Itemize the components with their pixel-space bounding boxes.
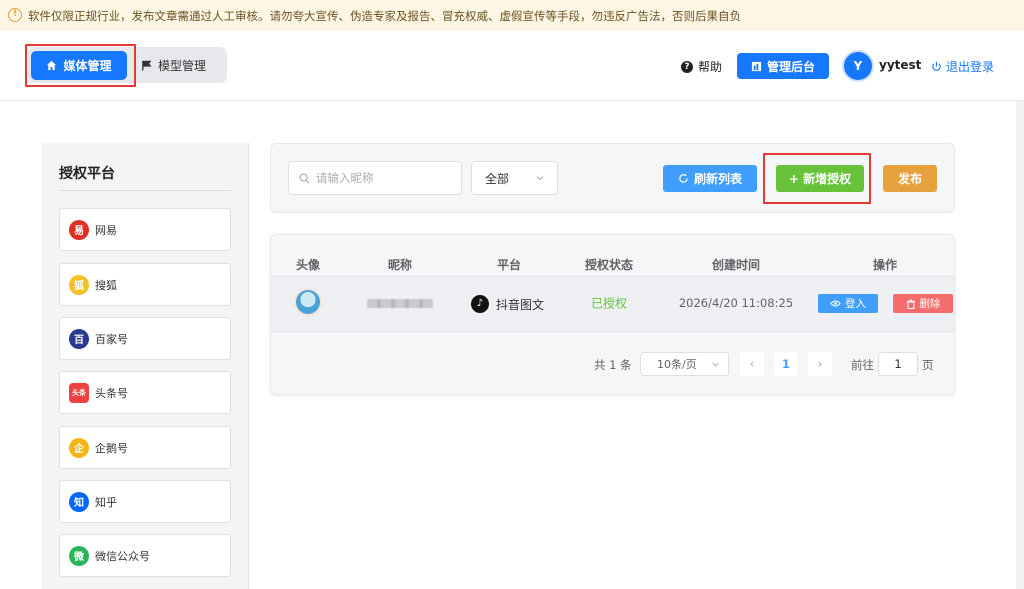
sidebar-item-toutiao[interactable]: 头条 头条号 <box>59 371 231 414</box>
flag-icon <box>142 60 152 71</box>
prev-page-button[interactable]: ‹ <box>740 352 764 376</box>
sidebar-item-zhihu[interactable]: 知知乎 <box>59 480 231 523</box>
goto-label: 前往 <box>851 358 874 372</box>
media-tab-highlight <box>25 44 136 87</box>
user-avatar[interactable]: Y <box>844 52 872 80</box>
page-unit-label: 页 <box>922 358 934 372</box>
sidebar-item-sohu[interactable]: 狐搜狐 <box>59 263 231 306</box>
page-size-select[interactable]: 10条/页 <box>640 352 729 376</box>
sidebar-item-label: 头条号 <box>95 386 128 400</box>
page-size-value: 10条/页 <box>657 358 697 371</box>
column-header-avatar: 头像 <box>295 258 321 272</box>
douyin-icon: ♪ <box>471 295 489 313</box>
column-header-nickname: 昵称 <box>387 258 413 272</box>
netease-icon: 易 <box>69 219 89 240</box>
add-button-highlight <box>763 153 871 204</box>
column-header-status: 授权状态 <box>584 258 634 272</box>
dashboard-icon <box>751 61 762 71</box>
admin-button[interactable]: 管理后台 <box>737 53 829 79</box>
logout-label: 退出登录 <box>946 60 995 74</box>
chevron-down-icon <box>536 176 544 181</box>
sidebar-item-label: 微信公众号 <box>95 549 150 563</box>
auth-status: 已授权 <box>590 296 628 311</box>
sidebar-title: 授权平台 <box>59 166 115 182</box>
zhihu-icon: 知 <box>69 491 89 512</box>
wechat-icon: 微 <box>69 545 89 566</box>
notice-bar: ! 软件仅限正规行业，发布文章需通过人工审核。请勿夸大宣传、伪造专家及报告、冒充… <box>0 0 1024 31</box>
page-scrollbar[interactable] <box>1016 101 1024 589</box>
nickname-redacted <box>367 299 433 308</box>
top-header: 媒体管理 模型管理 ? 帮助 管理后台 Y yytest 退出登录 <box>0 31 1024 101</box>
admin-label: 管理后台 <box>766 59 815 74</box>
pagination-total: 共 1 条 <box>594 358 632 372</box>
search-icon <box>299 173 310 183</box>
column-header-platform: 平台 <box>496 258 522 272</box>
login-button[interactable]: 登入 <box>818 294 878 313</box>
username: yytest <box>879 58 922 72</box>
next-page-button[interactable]: › <box>808 352 832 376</box>
delete-label: 删除 <box>919 298 941 310</box>
qie-icon: 企 <box>69 437 89 458</box>
sidebar-item-label: 企鹅号 <box>95 441 128 455</box>
help-link[interactable]: ? 帮助 <box>681 58 722 75</box>
column-header-created: 创建时间 <box>711 258 761 272</box>
sidebar-item-label: 百家号 <box>95 332 128 346</box>
trash-icon <box>906 299 915 309</box>
created-time: 2026/4/20 11:08:25 <box>678 296 794 310</box>
publish-button[interactable]: 发布 <box>883 165 937 192</box>
help-icon: ? <box>681 60 693 73</box>
sidebar-item-netease[interactable]: 易网易 <box>59 208 231 251</box>
sidebar-item-qie[interactable]: 企企鹅号 <box>59 426 231 469</box>
refresh-label: 刷新列表 <box>693 172 742 186</box>
refresh-icon <box>679 173 688 183</box>
platform-filter-select[interactable]: 全部 <box>471 161 558 195</box>
delete-button[interactable]: 删除 <box>893 294 953 313</box>
filter-value: 全部 <box>485 171 510 186</box>
tab-model-label: 模型管理 <box>158 59 207 73</box>
platform-name: 抖音图文 <box>496 297 545 312</box>
power-icon <box>932 61 941 71</box>
sidebar-item-label: 搜狐 <box>95 278 117 292</box>
sidebar-item-label: 知乎 <box>95 495 117 509</box>
search-placeholder: 请输入昵称 <box>316 171 374 185</box>
toutiao-icon: 头条 <box>69 382 89 403</box>
chevron-down-icon <box>712 362 719 367</box>
refresh-list-button[interactable]: 刷新列表 <box>663 165 757 192</box>
sidebar-divider <box>59 190 231 191</box>
page-number-button[interactable]: 1 <box>774 352 798 376</box>
column-header-actions: 操作 <box>872 258 898 272</box>
help-label: 帮助 <box>698 60 723 74</box>
sohu-icon: 狐 <box>69 274 89 295</box>
sidebar-item-wechat[interactable]: 微微信公众号 <box>59 534 231 577</box>
notice-text: 软件仅限正规行业，发布文章需通过人工审核。请勿夸大宣传、伪造专家及报告、冒充权威… <box>28 8 741 23</box>
login-label: 登入 <box>845 298 866 310</box>
platform-cell: ♪ 抖音图文 <box>471 295 544 313</box>
goto-page-input[interactable] <box>878 352 918 376</box>
logout-link[interactable]: 退出登录 <box>931 58 994 75</box>
eye-icon <box>830 300 841 307</box>
nickname-search-input[interactable]: 请输入昵称 <box>288 161 462 195</box>
sidebar-item-label: 网易 <box>95 223 117 237</box>
warning-icon: ! <box>8 8 22 22</box>
sidebar-item-baijiahao[interactable]: 百百家号 <box>59 317 231 360</box>
tab-model-management[interactable]: 模型管理 <box>141 51 221 80</box>
baijiahao-icon: 百 <box>69 328 89 349</box>
account-avatar <box>294 288 322 316</box>
